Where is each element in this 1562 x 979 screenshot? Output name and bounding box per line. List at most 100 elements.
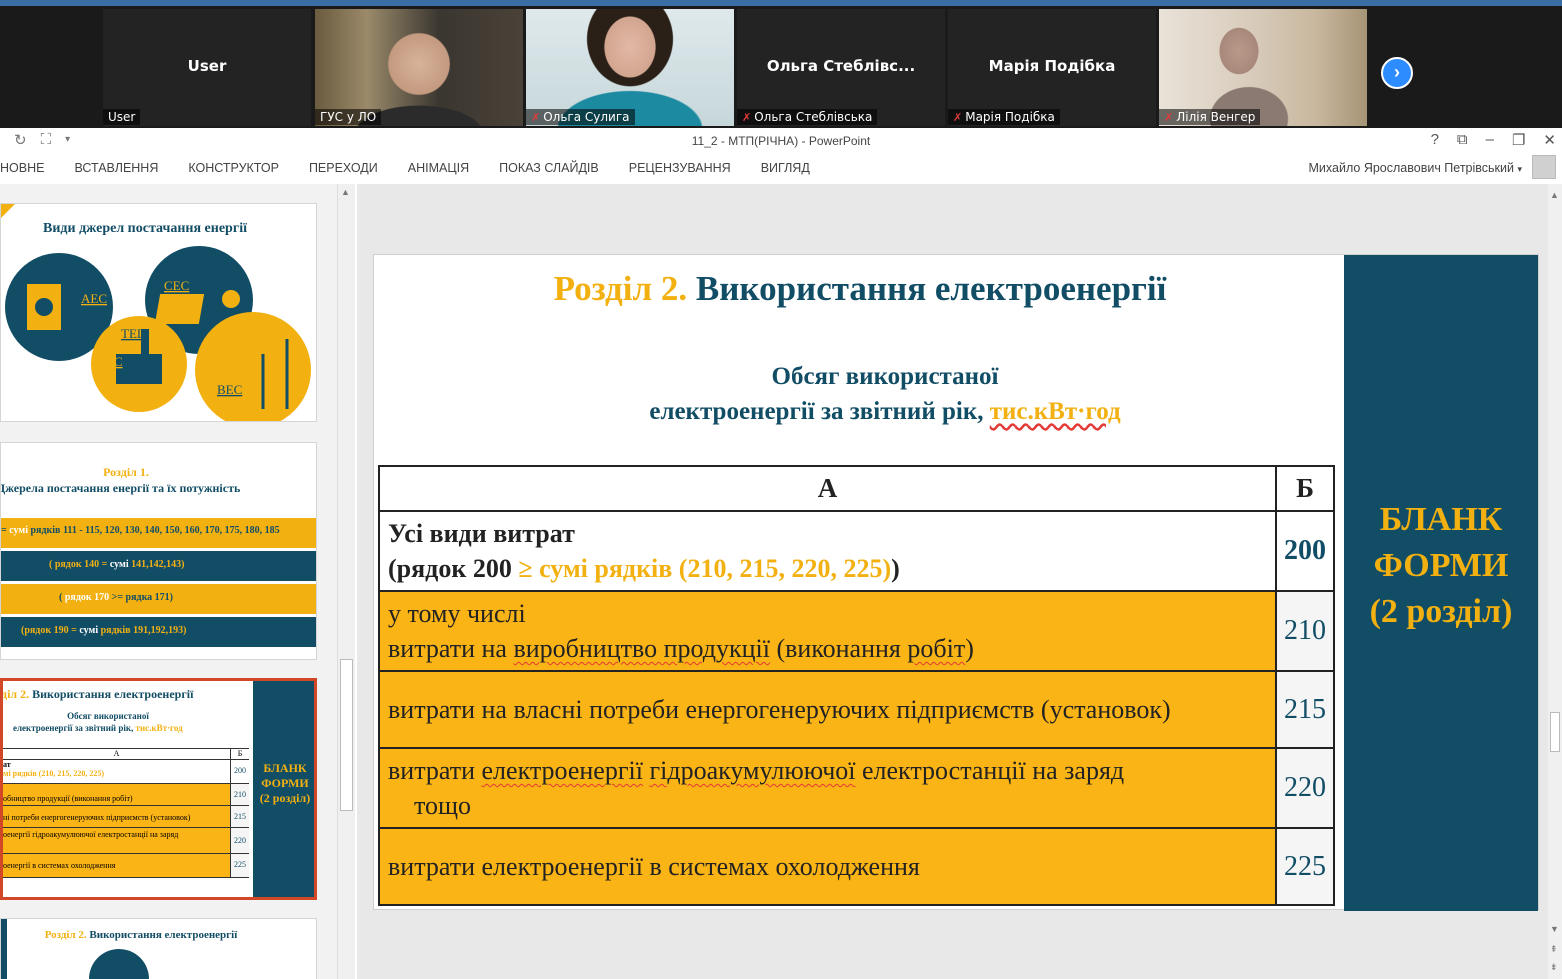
thumb-illustration xyxy=(89,949,149,979)
current-slide[interactable]: Розділ 2. Використання електроенергії Об… xyxy=(373,254,1539,911)
participant-tag-label: Марія Подібка xyxy=(965,110,1055,124)
next-participants-button[interactable]: › xyxy=(1381,57,1413,89)
slide-thumbnail-4[interactable]: Розділ 2. Використання електроенергії xyxy=(0,918,317,979)
next-slide-icon[interactable]: ⇟ xyxy=(1550,962,1558,973)
label-ves: ВЕС xyxy=(217,382,242,397)
subtitle-line-2: електроенергії за звітний рік, тис.кВт·г… xyxy=(374,394,1396,429)
tab-home[interactable]: НОВНЕ xyxy=(0,161,44,175)
row-200-line-1: Усі види витрат xyxy=(388,519,575,548)
mic-off-icon: ✗ xyxy=(742,110,752,124)
minimize-button[interactable]: – xyxy=(1486,131,1494,149)
thumb-title: діл 2. Використання електроенергії xyxy=(1,687,194,701)
energy-sources-illustration: Види джерел постачання енергії АЕС СЕС Т… xyxy=(1,204,311,421)
thumbnails-scrollbar[interactable]: ▲ xyxy=(337,184,355,979)
row-220-text: витрати електроенергії гідроакумулюючої … xyxy=(378,747,1277,829)
thumb-bar-4: (рядок 190 = сумі рядків 191,192,193) xyxy=(1,617,316,647)
side-line-1: БЛАНК xyxy=(1379,501,1503,538)
tab-insert[interactable]: ВСТАВЛЕННЯ xyxy=(74,161,158,175)
label-ses: СЕС xyxy=(164,278,189,293)
thumb-subtitle: Джерела постачання енергії та їх потужні… xyxy=(0,481,241,495)
tab-review[interactable]: РЕЦЕНЗУВАННЯ xyxy=(629,161,731,175)
title-bar: ↻ ⛶ ▾ 11_2 - МТП(РІЧНА) - PowerPoint ? ⧉… xyxy=(0,128,1562,154)
row-210-text: у тому числі витрати на виробництво прод… xyxy=(378,590,1277,672)
participant-tag: ГУС у ЛО xyxy=(315,109,382,125)
close-button[interactable]: ✕ xyxy=(1543,131,1556,149)
account-name[interactable]: Михайло Ярославович Петрівський ▾ xyxy=(1309,161,1522,175)
participant-tile-mariia-podibka[interactable]: Марія Подібка ✗ Марія Подібка xyxy=(948,9,1156,126)
participant-tag: User xyxy=(103,109,141,125)
participant-name: Марія Подібка xyxy=(988,57,1116,75)
account-name-label: Михайло Ярославович Петрівський xyxy=(1308,161,1514,175)
chevron-right-icon: › xyxy=(1394,62,1400,82)
thumb-side-panel: БЛАНК ФОРМИ (2 розділ) xyxy=(253,681,314,897)
scroll-down-icon[interactable]: ▼ xyxy=(1550,924,1559,934)
participant-tile-user[interactable]: User User xyxy=(103,9,311,126)
row-225-number: 225 xyxy=(1275,827,1335,906)
tab-view[interactable]: ВИГЛЯД xyxy=(761,161,810,175)
slide-thumbnail-1[interactable]: Види джерел постачання енергії АЕС СЕС Т… xyxy=(0,203,317,422)
participant-tag-label: Ольга Сулига xyxy=(543,110,630,124)
row-225-text: витрати електроенергії в системах охолод… xyxy=(378,827,1277,906)
thumb-bar-1: = сумі рядків 111 - 115, 120, 130, 140, … xyxy=(1,518,316,548)
avatar[interactable] xyxy=(1532,155,1556,179)
participant-name: Ольга Стеблівс... xyxy=(766,57,916,75)
participant-tag: ✗ Ольга Стеблівська xyxy=(737,109,878,125)
slide-title-text: Використання електроенергії xyxy=(695,269,1167,308)
slide-side-panel[interactable]: БЛАНК ФОРМИ (2 розділ) xyxy=(1344,255,1538,911)
video-strip: User User ГУС у ЛО ✗ Ольга Сулига Ольга С… xyxy=(0,0,1562,128)
subtitle-line-2-text: електроенергії за звітний рік, xyxy=(649,398,984,425)
tab-transitions[interactable]: ПЕРЕХОДИ xyxy=(309,161,378,175)
slide-title-section: Розділ 2. xyxy=(553,269,688,308)
editor-scrollbar[interactable]: ▲ ▼ ⇞ ⇟ xyxy=(1548,184,1562,979)
tab-slideshow[interactable]: ПОКАЗ СЛАЙДІВ xyxy=(499,161,599,175)
scroll-up-icon[interactable]: ▲ xyxy=(341,187,350,197)
chevron-down-icon: ▾ xyxy=(1517,164,1522,174)
help-button[interactable]: ? xyxy=(1431,131,1439,149)
subtitle-unit: тис.кВт·год xyxy=(989,398,1121,425)
row-210-number: 210 xyxy=(1275,590,1335,672)
scroll-up-icon[interactable]: ▲ xyxy=(1550,190,1559,200)
thumb-sub-1: Обсяг використаної xyxy=(67,711,149,721)
participant-tile-olha-suliha[interactable]: ✗ Ольга Сулига xyxy=(526,9,734,126)
label-tes: ТЕС xyxy=(98,354,123,369)
ribbon-tabs: НОВНЕ ВСТАВЛЕННЯ КОНСТРУКТОР ПЕРЕХОДИ АН… xyxy=(0,161,840,175)
thumb-title: Розділ 2. Використання електроенергії xyxy=(44,929,238,941)
scrollbar-thumb[interactable] xyxy=(1550,712,1560,752)
slide-title[interactable]: Розділ 2. Використання електроенергії xyxy=(374,269,1346,309)
slide-thumbnail-2[interactable]: Розділ 1. Джерела постачання енергії та … xyxy=(0,442,317,660)
mic-off-icon: ✗ xyxy=(531,110,541,124)
participant-tile-liliia-venher[interactable]: ✗ Лілія Венгер xyxy=(1159,9,1367,126)
participant-name: User xyxy=(187,57,227,75)
table-row: Усі види витрат (рядок 200 ≥ сумі рядків… xyxy=(378,510,1335,592)
screen: User User ГУС у ЛО ✗ Ольга Сулига Ольга С… xyxy=(0,0,1562,979)
window-title: 11_2 - МТП(РІЧНА) - PowerPoint xyxy=(691,134,871,148)
row-200-number: 200 xyxy=(1275,510,1335,592)
participant-tag: ✗ Марія Подібка xyxy=(948,109,1060,125)
table-row: у тому числі витрати на виробництво прод… xyxy=(378,590,1335,672)
row-220-number: 220 xyxy=(1275,747,1335,829)
thumb-title: Види джерел постачання енергії xyxy=(43,221,247,236)
label-aes: АЕС xyxy=(81,291,107,306)
form-table[interactable]: А Б Усі види витрат (рядок 200 ≥ сумі ря… xyxy=(378,465,1335,906)
row-220-line-2: тощо xyxy=(414,791,472,820)
participant-tag-label: Ольга Стеблівська xyxy=(754,110,873,124)
previous-slide-icon[interactable]: ⇞ xyxy=(1550,944,1558,955)
participant-tile-olha-steblivska[interactable]: Ольга Стеблівс... ✗ Ольга Стеблівська xyxy=(737,9,945,126)
participant-tag: ✗ Лілія Венгер xyxy=(1159,109,1261,125)
maximize-button[interactable]: ❐ xyxy=(1512,131,1525,149)
ribbon: НОВНЕ ВСТАВЛЕННЯ КОНСТРУКТОР ПЕРЕХОДИ АН… xyxy=(0,154,1562,184)
ribbon-display-options-button[interactable]: ⧉ xyxy=(1457,131,1468,149)
thumb-sub-2: електроенергії за звітний рік, тис.кВт·г… xyxy=(13,723,183,733)
row-200-line-2: (рядок 200 ≥ сумі рядків (210, 215, 220,… xyxy=(388,554,900,583)
row-220-line-1: витрати електроенергії гідроакумулюючої … xyxy=(388,756,1125,785)
participant-tag-label: User xyxy=(108,110,136,124)
participant-tile-gus[interactable]: ГУС у ЛО xyxy=(315,9,523,126)
tab-design[interactable]: КОНСТРУКТОР xyxy=(188,161,279,175)
table-row: витрати на власні потреби енергогенеруюч… xyxy=(378,670,1335,749)
scrollbar-thumb[interactable] xyxy=(340,659,353,811)
slide-thumbnails-pane: Види джерел постачання енергії АЕС СЕС Т… xyxy=(0,184,355,979)
slide-thumbnail-3[interactable]: діл 2. Використання електроенергії Обсяг… xyxy=(0,678,317,900)
slide-subtitle[interactable]: Обсяг використаної електроенергії за зві… xyxy=(374,359,1396,429)
tab-animations[interactable]: АНІМАЦІЯ xyxy=(408,161,469,175)
row-210-line-1: у тому числі xyxy=(388,599,526,628)
